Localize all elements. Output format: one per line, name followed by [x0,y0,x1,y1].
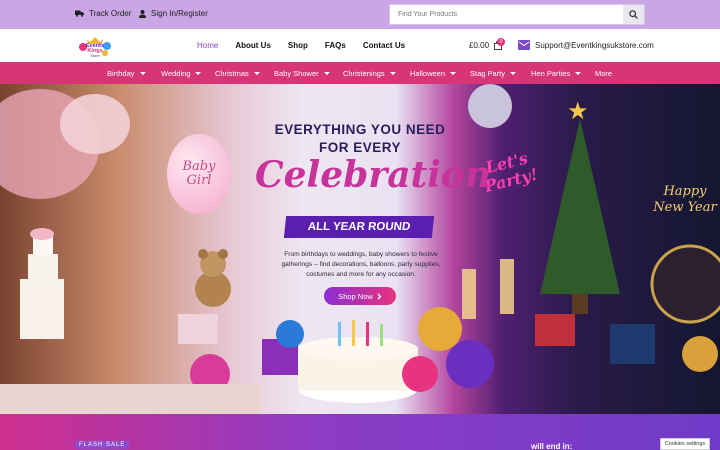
user-icon [139,9,146,18]
hero-heading-line-2: FOR EVERY [318,140,401,155]
shop-now-button[interactable]: Shop Now [324,287,396,305]
main-nav: Home About Us Shop FAQs Contact Us [197,41,422,50]
hero-heading-line-1: EVERYTHING YOU NEED [274,122,446,137]
crown-logo-icon: Events Kings Store [79,37,111,58]
sign-in-link[interactable]: Sign In/Register [139,9,208,18]
cart-count-badge: 0 [497,38,505,46]
category-label: Stag Party [470,69,506,78]
category-label: Baby Shower [274,69,319,78]
category-label: Birthday [107,69,135,78]
category-label: Wedding [161,69,191,78]
hero-banner: Baby Girl ★ Let's Party! Happy New Year … [0,84,720,414]
chevron-down-icon [575,72,582,75]
search-button[interactable] [623,5,644,24]
category-label: Christmas [215,69,249,78]
category-hen-parties[interactable]: Hen Parties [531,69,582,78]
category-wedding[interactable]: Wedding [161,69,202,78]
countdown-label: will end in: [531,442,573,450]
category-christenings[interactable]: Christenings [343,69,396,78]
top-bar: Track Order Sign In/Register [0,0,720,29]
category-stag-party[interactable]: Stag Party [470,69,517,78]
track-order-label: Track Order [89,9,132,18]
track-order-link[interactable]: Track Order [75,9,131,18]
category-more[interactable]: More [595,69,612,78]
hero-description: From birthdays to weddings, baby showers… [281,251,441,278]
category-label: Hen Parties [531,69,571,78]
new-year-line-2: New Year [653,200,717,215]
baby-girl-balloon: Baby Girl [167,134,231,214]
hero-ribbon: ALL YEAR ROUND [283,216,435,238]
cookie-settings-button[interactable]: Cookies settings [660,438,710,450]
new-year-line-1: Happy [663,184,707,199]
nav-about-us[interactable]: About Us [235,41,271,50]
search-icon [629,10,638,19]
store-logo[interactable]: Events Kings Store [78,33,112,59]
category-bar: Birthday Wedding Christmas Baby Shower C… [0,62,720,84]
support-email-link[interactable]: Support@Eventkingsukstore.com [518,40,654,50]
balloon-text-line-1: Baby [182,159,216,174]
star-topper-icon: ★ [567,98,589,125]
chevron-right-icon [377,293,382,299]
balloon-text-line-2: Girl [186,173,212,188]
nav-shop[interactable]: Shop [288,41,308,50]
chevron-down-icon [450,72,457,75]
cart-total: £0.00 [469,41,490,50]
truck-icon [75,10,84,17]
email-icon [518,40,530,50]
category-baby-shower[interactable]: Baby Shower [274,69,330,78]
nav-contact-us[interactable]: Contact Us [363,41,405,50]
chevron-down-icon [139,72,146,75]
hero-headline: Celebration [255,154,492,196]
category-birthday[interactable]: Birthday [107,69,146,78]
category-halloween[interactable]: Halloween [410,69,457,78]
chevron-down-icon [510,72,517,75]
support-email: Support@Eventkingsukstore.com [535,40,654,50]
logo-line-3: Store [90,53,100,58]
nav-home[interactable]: Home [197,41,218,50]
chevron-down-icon [195,72,202,75]
category-label: More [595,69,613,78]
sign-in-label: Sign In/Register [151,9,208,18]
category-christmas[interactable]: Christmas [215,69,260,78]
chevron-down-icon [389,72,396,75]
category-label: Christenings [343,69,385,78]
shop-now-label: Shop Now [338,291,373,301]
search-bar [389,4,645,25]
category-label: Halloween [410,69,446,78]
chevron-down-icon [253,72,260,75]
nav-faqs[interactable]: FAQs [325,41,346,50]
flash-sale-badge: FLASH SALE [75,441,130,449]
happy-new-year-text: Happy New Year [650,184,720,216]
main-header: Events Kings Store Home About Us Shop FA… [0,29,720,62]
search-input[interactable] [390,5,623,24]
chevron-down-icon [323,72,330,75]
